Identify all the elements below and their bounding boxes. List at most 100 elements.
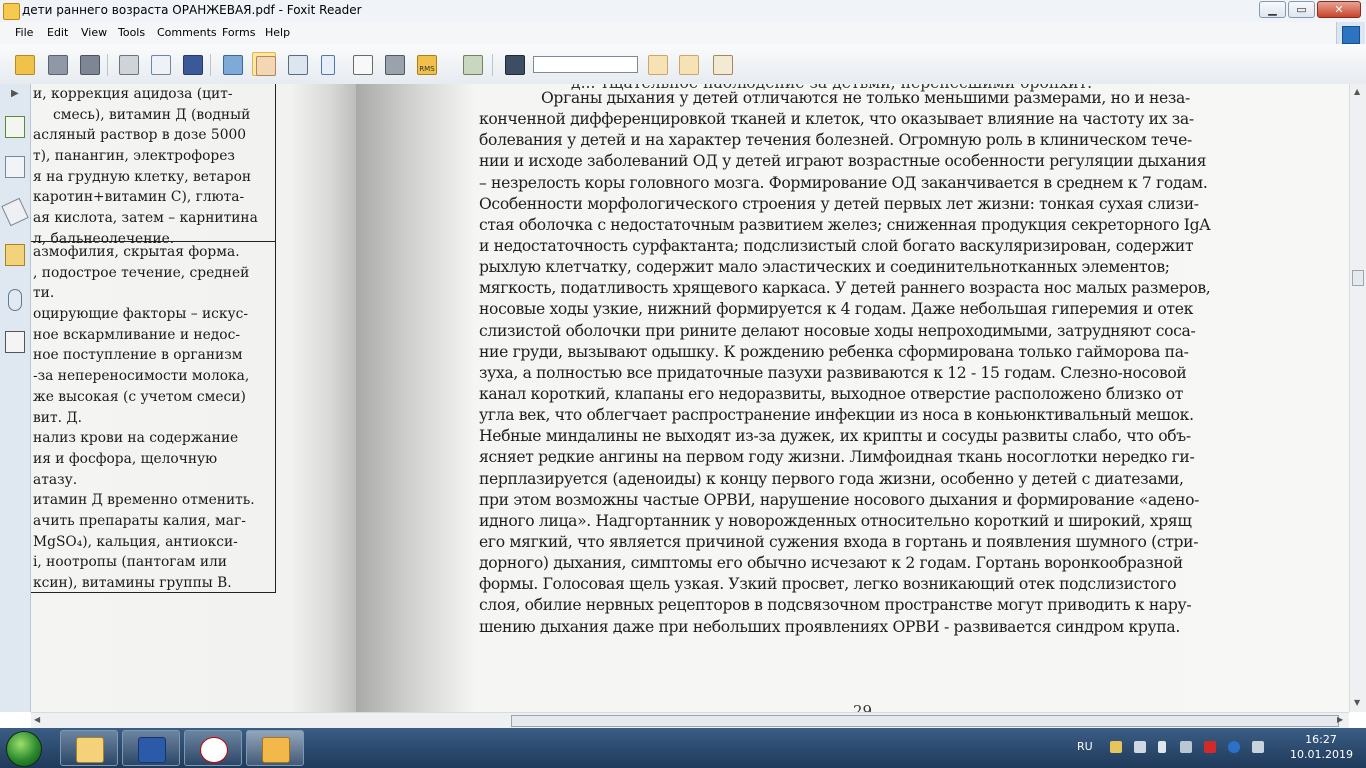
facebook-button[interactable] [180, 52, 204, 76]
toolbar-separator [107, 54, 108, 76]
page-text-line: слизистой оболочки при рините делают нос… [479, 321, 1196, 340]
antivirus-icon[interactable] [1204, 741, 1216, 753]
email-button[interactable] [148, 52, 172, 76]
open-icon [15, 55, 35, 75]
signature-button[interactable] [460, 52, 484, 76]
taskbar-yandex-browser[interactable] [184, 730, 242, 766]
clipboard-icon [713, 55, 733, 75]
left-text-line: MgSO₄), кальция, антиокси- [33, 533, 238, 550]
signature-icon [463, 55, 483, 75]
find-button[interactable] [502, 52, 526, 76]
rms-button[interactable]: RMS [414, 52, 448, 76]
clock-date: 10.01.2019 [1290, 748, 1353, 761]
menu-edit[interactable]: Edit [47, 26, 68, 39]
page-text-line: ние груди, вызывают одышку. К рождению р… [479, 342, 1189, 361]
page-text-line: ясняет редкие ангины на первом году жизн… [479, 448, 1195, 467]
facebook-icon [183, 55, 203, 75]
taskbar-explorer[interactable] [60, 730, 118, 766]
explorer-icon [76, 737, 104, 763]
horizontal-scrollbar[interactable]: ◀ ▶ [31, 712, 1349, 729]
volume-icon[interactable] [1134, 741, 1146, 753]
scroll-down-icon[interactable]: ▼ [1354, 698, 1360, 707]
menu-file[interactable]: File [15, 26, 33, 39]
left-text-line: азмофилия, скрытая форма. [33, 244, 240, 260]
vertical-scroll-thumb[interactable] [1352, 270, 1364, 286]
snapshot-button[interactable] [382, 52, 406, 76]
left-text-line: ая кислота, затем – карнитина [33, 210, 258, 227]
attachments-icon[interactable] [8, 289, 22, 311]
pages-icon[interactable] [5, 116, 25, 138]
start-button[interactable] [6, 731, 42, 767]
language-indicator[interactable]: RU [1077, 740, 1093, 753]
bluetooth-icon[interactable] [1228, 741, 1240, 753]
print-icon [119, 55, 139, 75]
rms-lock-icon: RMS [417, 55, 437, 75]
find-next-button[interactable] [676, 52, 700, 76]
page-text-line: нии и исходе заболеваний ОД у детей игра… [479, 152, 1207, 171]
foxit-reader-icon [262, 737, 290, 763]
tray-icon[interactable] [1110, 741, 1122, 753]
save-as-button[interactable] [77, 52, 101, 76]
save-button[interactable] [45, 52, 69, 76]
left-text-line: я на грудную клетку, ветарон [33, 168, 252, 185]
page-text-line: формы. Голосовая щель узкая. Узкий просв… [479, 575, 1177, 594]
layers-icon[interactable] [1, 197, 29, 227]
text-select-button[interactable] [350, 52, 374, 76]
page-text-line: идного лица». Надгортанник у новорожденн… [479, 511, 1192, 530]
page-text-line: зуха, а полностью все придаточные пазухи… [479, 363, 1187, 382]
left-text-line: асляный раствор в дозе 5000 [33, 127, 247, 144]
page-text-line: слоя, обилие нервных рецепторов в подсвя… [479, 596, 1192, 615]
page-text-line: – незрелость коры головного мозга. Форми… [479, 173, 1208, 192]
zoom-tool-button[interactable] [285, 52, 309, 76]
menu-forms[interactable]: Forms [222, 26, 255, 39]
yandex-browser-icon [200, 737, 228, 763]
find-previous-button[interactable] [645, 52, 669, 76]
taskbar: RU 16:27 10.01.2019 [0, 728, 1366, 768]
select-tool-button[interactable] [318, 52, 342, 76]
next-find-icon [679, 55, 699, 75]
left-text-line: оцирующие факторы – искус- [33, 306, 249, 323]
minimize-button[interactable]: ▁ [1259, 1, 1286, 18]
signatures-icon[interactable] [5, 331, 25, 353]
bookmarks-icon[interactable] [5, 156, 25, 178]
prev-find-icon [648, 55, 668, 75]
print-button[interactable] [116, 52, 140, 76]
menu-tools[interactable]: Tools [118, 26, 145, 39]
find-input[interactable] [533, 56, 638, 73]
menu-comments[interactable]: Comments [157, 26, 217, 39]
left-text-line: ия и фосфора, щелочную [33, 450, 218, 467]
document-view[interactable]: и, коррекция ацидоза (цит- смесь), витам… [31, 84, 1349, 712]
menu-view[interactable]: View [81, 26, 107, 39]
scroll-up-icon[interactable]: ▲ [1354, 87, 1360, 96]
scroll-left-icon[interactable]: ◀ [34, 715, 40, 724]
close-button[interactable]: ✕ [1317, 1, 1361, 18]
snapshot-desktop-button[interactable] [220, 52, 244, 76]
page-text-line: рыхлую клетчатку, содержит мало эластиче… [479, 258, 1170, 277]
network-icon[interactable] [1180, 741, 1192, 753]
tray-icon[interactable] [1252, 741, 1264, 753]
window-title: дети раннего возраста ОРАНЖЕВАЯ.pdf - Fo… [22, 3, 362, 17]
taskbar-foxit-reader[interactable] [246, 730, 304, 766]
clipboard-button[interactable] [710, 52, 746, 76]
scroll-right-icon[interactable]: ▶ [1337, 715, 1343, 724]
page-text-line: болевания у детей и на характер течения … [479, 131, 1192, 150]
page-text-line: перплазируется (аденоиды) к концу первог… [479, 469, 1184, 488]
comments-icon[interactable] [5, 244, 25, 266]
hand-tool-button[interactable] [252, 52, 276, 76]
open-button[interactable] [12, 52, 36, 76]
left-table-block-2: азмофилия, скрытая форма. , подострое те… [31, 241, 276, 593]
page-text-line: мягкость, податливость хрящевого каркаса… [479, 279, 1211, 298]
maximize-button[interactable]: ▭ [1288, 1, 1315, 18]
battery-icon[interactable] [1158, 741, 1166, 753]
page-number: 29 [853, 702, 873, 712]
vertical-scrollbar[interactable]: ▲ ▼ [1349, 84, 1366, 712]
sidebar-toggle-icon[interactable]: ▶ [11, 88, 19, 99]
horizontal-scroll-thumb[interactable] [511, 715, 1339, 727]
clock[interactable]: 16:27 10.01.2019 [1290, 732, 1353, 762]
left-text-line: же высокая (с учетом смеси) [33, 388, 246, 405]
left-text-line: ти. [33, 285, 55, 302]
menu-help[interactable]: Help [265, 26, 290, 39]
page-text-line: носовые ходы узкие, нижний формируется к… [479, 300, 1193, 319]
taskbar-word[interactable] [122, 730, 180, 766]
zoom-tool-icon [288, 55, 308, 75]
